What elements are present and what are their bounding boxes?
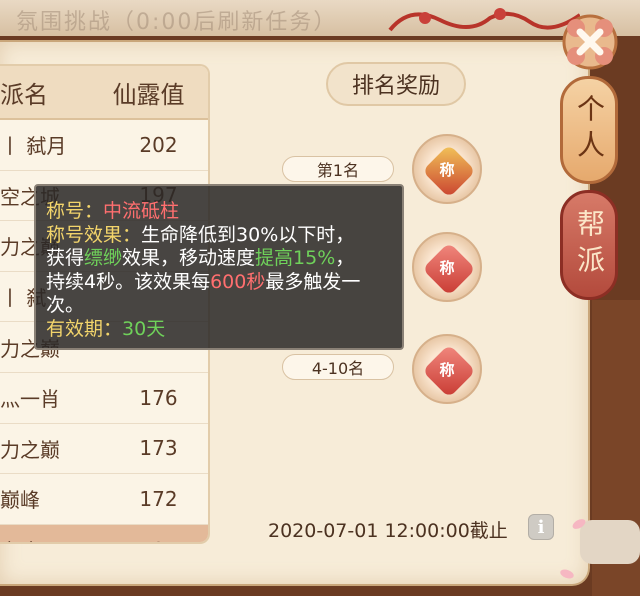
tooltip-text: 获得 — [46, 247, 85, 269]
info-icon[interactable]: i — [528, 514, 554, 540]
row-name: 灬一肖 — [0, 387, 60, 412]
table-row[interactable]: 灬一肖 176 — [0, 373, 208, 424]
tooltip-validity-line: 有效期：30天 — [46, 318, 402, 342]
close-x-icon[interactable] — [562, 14, 618, 70]
tooltip-text: 最多触发一 — [265, 270, 361, 293]
red-title-badge-icon[interactable]: 称 — [412, 232, 482, 302]
tooltip-effect-text: 生命降低到30%以下时， — [141, 223, 355, 246]
title-tooltip: 称号：中流砥柱 称号效果：生命降低到30%以下时， 获得缥缈效果，移动速度提高1… — [34, 184, 404, 350]
badge-glyph: 称 — [439, 160, 455, 179]
reward-section-title: 排名奖励 — [326, 62, 466, 106]
table-row[interactable]: 巅峰 172 — [0, 474, 208, 525]
row-name: 之晓 — [0, 535, 109, 542]
row-name: 巅峰 — [0, 488, 40, 513]
row-value: 202 — [139, 132, 178, 157]
tooltip-cooldown: 600秒 — [210, 270, 266, 293]
column-header-name: 派名 — [0, 80, 48, 109]
tab-guild-label: 帮派 — [573, 209, 606, 281]
tooltip-speed-bonus: 提高15% — [255, 247, 336, 269]
row-value: 172 — [139, 486, 178, 511]
badge-glyph: 称 — [439, 258, 455, 277]
tooltip-effect-label: 称号效果： — [46, 223, 142, 246]
tooltip-title-line: 称号：中流砥柱 — [46, 200, 402, 224]
table-row[interactable]: 丨 弑月 202 — [0, 120, 208, 171]
faded-header-title: 氛围挑战（0:00后刷新任务） — [16, 10, 338, 35]
deadline-text: 2020-07-01 12:00:00截止 — [268, 520, 508, 542]
row-name: 丨 弑月 — [0, 134, 67, 159]
tooltip-text: ， — [335, 247, 355, 269]
column-header-value: 仙露值 — [112, 80, 185, 109]
tooltip-buff-name: 缥缈 — [84, 247, 123, 269]
tooltip-title-label: 称号： — [46, 200, 104, 222]
tab-personal[interactable]: 个人 — [560, 76, 618, 184]
tab-personal-label: 个人 — [573, 94, 606, 166]
row-value: 173 — [139, 436, 178, 461]
partially-hidden-button[interactable] — [580, 520, 640, 564]
row-value: 0 — [109, 538, 208, 542]
reward-tier-label: 4-10名 — [282, 354, 394, 380]
gold-title-badge-icon[interactable]: 称 — [412, 134, 482, 204]
table-row-own-guild[interactable]: 之晓0 — [0, 524, 208, 542]
decorative-horse-art — [388, 8, 580, 32]
tooltip-text: 持续4秒。该效果每 — [46, 270, 211, 293]
tooltip-validity-value: 30天 — [122, 317, 166, 340]
tooltip-effect-line: 称号效果：生命降低到30%以下时， — [46, 224, 402, 248]
row-name: 力之巅 — [0, 437, 60, 462]
tab-guild[interactable]: 帮派 — [560, 190, 618, 300]
ranking-table-header: 派名 仙露值 — [0, 66, 208, 120]
row-value: 176 — [139, 385, 178, 410]
table-row[interactable]: 力之巅 173 — [0, 424, 208, 475]
tooltip-effect-line-2: 获得缥缈效果，移动速度提高15%， — [46, 247, 402, 271]
tooltip-effect-line-3: 持续4秒。该效果每600秒最多触发一 — [46, 271, 402, 295]
tooltip-text: 效果，移动速度 — [122, 247, 256, 269]
tooltip-title-value: 中流砥柱 — [103, 200, 180, 222]
tooltip-effect-line-4: 次。 — [46, 294, 85, 316]
red-title-badge-icon[interactable]: 称 — [412, 334, 482, 404]
badge-glyph: 称 — [439, 360, 455, 379]
tooltip-validity-label: 有效期： — [46, 317, 123, 340]
reward-tier-label: 第1名 — [282, 156, 394, 182]
